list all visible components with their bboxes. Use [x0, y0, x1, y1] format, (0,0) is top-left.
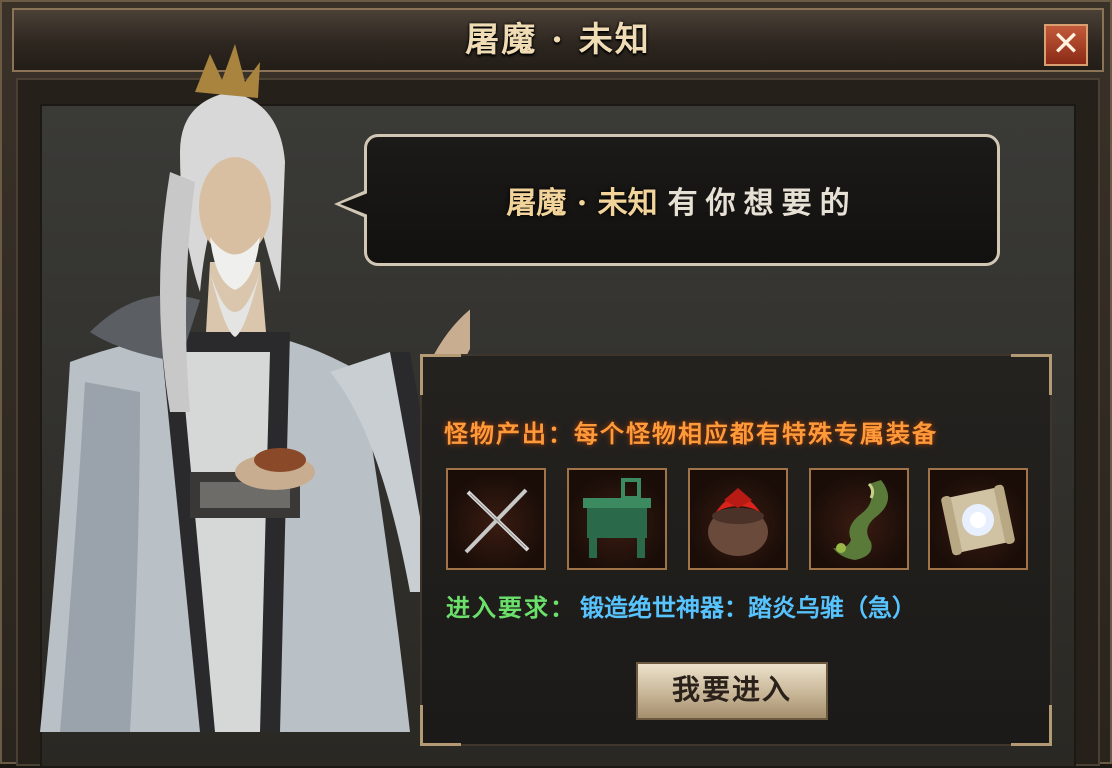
- entry-requirement: 进入要求： 锻造绝世神器：踏炎乌骓（急）: [446, 588, 916, 623]
- monster-drops-label: 怪物产出：每个怪物相应都有特殊专属装备: [444, 420, 938, 448]
- corner-ornament: [420, 705, 461, 746]
- jade-cauldron-icon[interactable]: [567, 468, 667, 570]
- corner-ornament: [1011, 705, 1052, 746]
- green-dragon-icon[interactable]: [809, 468, 909, 570]
- speech-text: 屠魔 · 未知 有你想要的: [367, 137, 997, 263]
- requirement-label: 进入要求：: [446, 594, 576, 622]
- speech-message: 有你想要的: [667, 186, 858, 221]
- corner-ornament: [1011, 354, 1052, 395]
- glowing-scroll-icon[interactable]: [928, 468, 1028, 570]
- speech-tail-inner: [340, 193, 368, 215]
- speech-dungeon-name: 屠魔 · 未知: [506, 186, 658, 221]
- close-button[interactable]: ✕: [1044, 24, 1088, 66]
- requirement-value: 锻造绝世神器：踏炎乌骓（急）: [580, 594, 916, 622]
- dungeon-window: 屠魔 · 未知 ✕ 屠魔 · 未知 有你想要的 怪物产出：每个怪物相应都有特殊专…: [0, 0, 1112, 768]
- crossed-blades-icon[interactable]: [446, 468, 546, 570]
- speech-bubble: 屠魔 · 未知 有你想要的: [364, 134, 1000, 266]
- enter-button[interactable]: 我要进入: [636, 662, 828, 720]
- corner-ornament: [420, 354, 461, 395]
- treasure-pot-icon[interactable]: [688, 468, 788, 570]
